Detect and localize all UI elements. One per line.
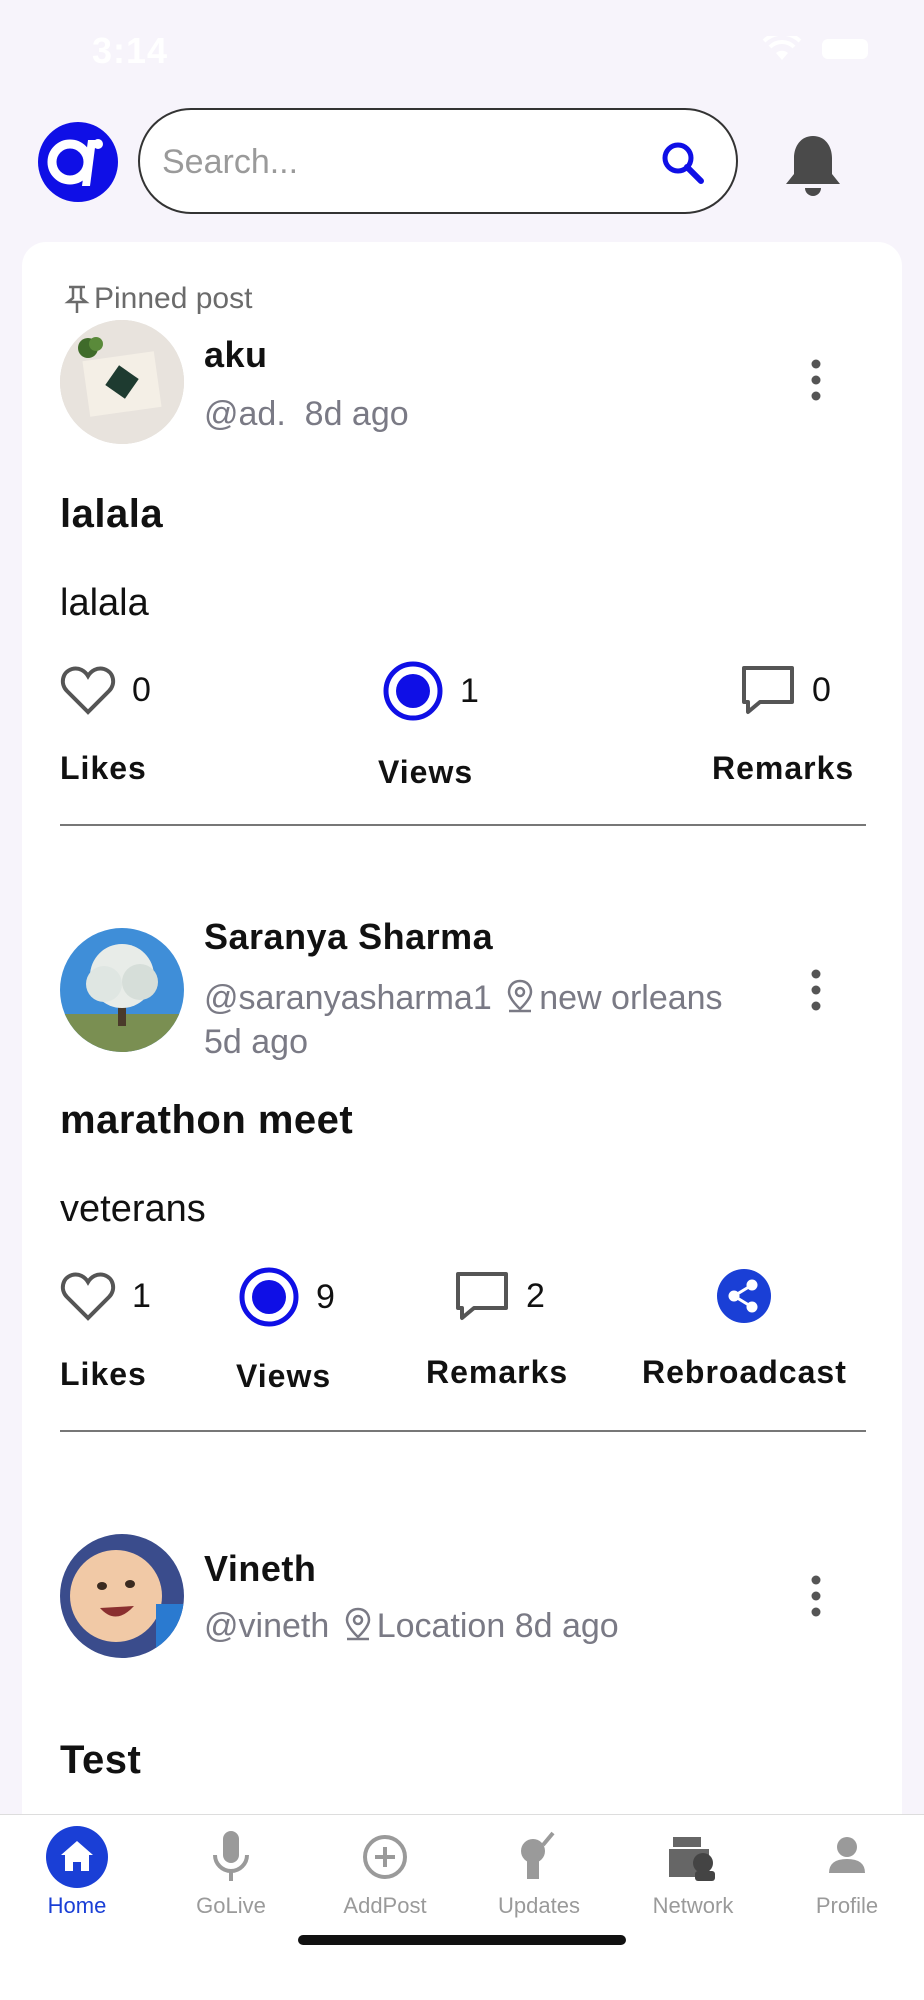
views-button[interactable]: 1	[382, 660, 479, 722]
author-name[interactable]: aku	[204, 334, 268, 376]
avatar[interactable]	[60, 320, 184, 444]
remarks-count: 0	[812, 670, 831, 709]
nav-label-profile: Profile	[815, 1893, 879, 1918]
avatar-image	[60, 1534, 184, 1658]
nav-item-updates[interactable]: Updates	[462, 1815, 616, 1935]
status-bar: 3:14	[0, 0, 924, 96]
likes-label: Likes	[60, 750, 147, 786]
avatar[interactable]	[60, 928, 184, 1052]
author-name[interactable]: Saranya Sharma	[204, 916, 493, 958]
bottom-nav: Home GoLive AddPost Updates Network Prof…	[0, 1814, 924, 2000]
post-location: Location	[376, 1607, 506, 1645]
nav-label-addpost: AddPost	[343, 1893, 427, 1918]
avatar[interactable]	[60, 1534, 184, 1658]
rebroadcast-button[interactable]	[716, 1268, 772, 1324]
views-button[interactable]: 9	[238, 1266, 335, 1328]
heart-icon	[60, 666, 116, 715]
more-options-icon[interactable]	[810, 1574, 822, 1618]
remarks-label: Remarks	[426, 1354, 569, 1390]
nav-label-home: Home	[47, 1893, 107, 1918]
post-divider	[60, 1430, 866, 1432]
nav-item-home[interactable]: Home	[0, 1815, 154, 1935]
post-title: Test	[60, 1738, 142, 1782]
microphone-icon	[213, 1831, 249, 1881]
comment-icon	[742, 666, 794, 714]
avatar-image	[60, 928, 184, 1052]
updates-icon	[521, 1831, 555, 1879]
app-screen: 3:14 Search... Pinned post aku @ad. 8d a…	[0, 0, 924, 2000]
post-title: lalala	[60, 492, 164, 536]
remarks-label: Remarks	[712, 750, 855, 786]
likes-label: Likes	[60, 1356, 147, 1392]
status-time: 3:14	[92, 30, 169, 71]
app-logo-icon[interactable]	[36, 120, 120, 204]
post-meta: @ad. 8d ago	[204, 395, 409, 433]
post-body: veterans	[60, 1188, 206, 1230]
more-options-icon[interactable]	[810, 968, 822, 1012]
profile-icon	[829, 1837, 865, 1873]
post-body: lalala	[60, 582, 149, 624]
likes-button[interactable]: 1	[60, 1270, 151, 1322]
more-options-icon[interactable]	[810, 358, 822, 402]
post-card[interactable]: Vineth @vineth Location 8d ago Test	[60, 1534, 866, 1854]
status-icons	[762, 36, 868, 62]
rebroadcast-label: Rebroadcast	[642, 1354, 847, 1390]
header	[0, 108, 924, 218]
network-icon	[669, 1837, 715, 1881]
views-label: Views	[378, 754, 474, 790]
heart-icon	[60, 1272, 116, 1321]
pinned-label-text: Pinned post	[94, 282, 253, 315]
pin-icon	[64, 285, 90, 313]
remarks-button[interactable]: 0	[740, 664, 831, 716]
home-icon	[46, 1826, 108, 1888]
likes-count: 1	[132, 1276, 151, 1315]
nav-label-network: Network	[652, 1893, 734, 1918]
remarks-count: 2	[526, 1276, 545, 1315]
pinned-label: Pinned post	[64, 282, 252, 316]
nav-item-network[interactable]: Network	[616, 1815, 770, 1935]
views-label: Views	[236, 1358, 332, 1394]
nav-item-profile[interactable]: Profile	[770, 1815, 924, 1935]
location-icon	[345, 1607, 370, 1641]
post-location: new orleans	[539, 979, 723, 1017]
views-icon	[239, 1267, 299, 1327]
post-card[interactable]: aku @ad. 8d ago lalala lalala 0 Likes 1	[60, 320, 866, 830]
post-card[interactable]: Saranya Sharma @saranyasharma1 new orlea…	[60, 916, 866, 1438]
feed: Pinned post aku @ad. 8d ago lalala lalal…	[22, 242, 902, 1842]
post-meta: @saranyasharma1 new orleans 5d ago	[204, 976, 724, 1064]
nav-label-updates: Updates	[498, 1893, 580, 1918]
author-handle: @saranyasharma1	[204, 979, 492, 1017]
likes-button[interactable]: 0	[60, 664, 151, 716]
author-handle: @vineth	[204, 1607, 330, 1645]
post-time: 5d ago	[204, 1023, 308, 1061]
comment-icon	[456, 1272, 508, 1320]
views-count: 1	[460, 671, 479, 710]
views-count: 9	[316, 1277, 335, 1316]
post-title: marathon meet	[60, 1098, 354, 1142]
wifi-icon	[762, 36, 802, 60]
nav-label-golive: GoLive	[196, 1893, 266, 1918]
post-time: 8d ago	[514, 1607, 619, 1645]
author-name[interactable]: Vineth	[204, 1548, 316, 1590]
avatar-image	[60, 320, 184, 444]
search-icon[interactable]	[658, 138, 706, 186]
battery-icon	[822, 39, 868, 59]
remarks-button[interactable]: 2	[454, 1270, 545, 1322]
search-box[interactable]	[138, 108, 738, 214]
nav-item-golive[interactable]: GoLive	[154, 1815, 308, 1935]
post-meta: @vineth Location 8d ago	[204, 1604, 764, 1648]
nav-item-addpost[interactable]: AddPost	[308, 1815, 462, 1935]
post-divider	[60, 824, 866, 826]
add-circle-icon	[363, 1835, 407, 1879]
likes-count: 0	[132, 670, 151, 709]
views-icon	[383, 661, 443, 721]
bell-icon[interactable]	[782, 132, 844, 198]
location-icon	[507, 979, 533, 1013]
home-indicator	[298, 1935, 626, 1945]
search-input[interactable]	[160, 136, 644, 188]
share-icon	[717, 1269, 771, 1323]
